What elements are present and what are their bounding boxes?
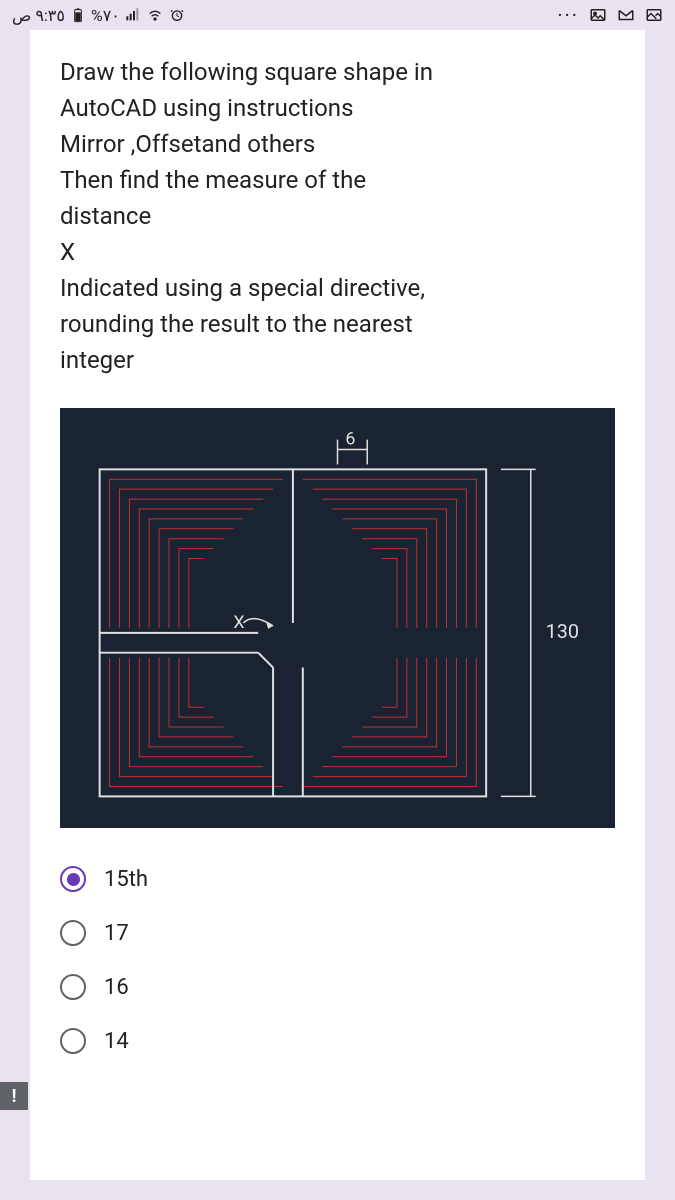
gmail-icon <box>617 6 635 24</box>
picture-icon <box>645 6 663 24</box>
image-icon <box>589 6 607 24</box>
autocad-diagram: 6 130 <box>60 408 615 828</box>
status-left: ٩:٣٥ ص %٧٠ <box>12 6 186 25</box>
q-line2: AutoCAD using instructions <box>60 90 615 126</box>
feedback-button[interactable]: ! <box>0 1082 28 1110</box>
radio-icon <box>60 920 86 946</box>
q-line3: Mirror ,Offsetand others <box>60 126 615 162</box>
status-time: ٩:٣٥ ص <box>12 6 65 25</box>
option-3[interactable]: 16 <box>60 960 615 1014</box>
option-label: 17 <box>104 921 129 946</box>
radio-icon <box>60 1028 86 1054</box>
dim-right: 130 <box>546 620 579 643</box>
dim-top: 6 <box>345 429 355 450</box>
wifi-icon <box>146 6 164 24</box>
status-right: ··· <box>557 3 663 27</box>
status-bar: ٩:٣٥ ص %٧٠ ··· <box>0 0 675 30</box>
more-dots: ··· <box>557 3 579 27</box>
label-x: X <box>233 612 244 633</box>
q-line7: Indicated using a special directive, <box>60 270 615 306</box>
q-line8: rounding the result to the nearest <box>60 306 615 342</box>
option-2[interactable]: 17 <box>60 906 615 960</box>
q-line9: integer <box>60 342 615 378</box>
q-line1: Draw the following square shape in <box>60 54 615 90</box>
option-label: 16 <box>104 975 129 1000</box>
option-label: 14 <box>104 1029 129 1054</box>
answer-options: 15th 17 16 14 <box>60 852 615 1068</box>
option-label: 15th <box>104 867 148 892</box>
battery-percent: %٧٠ <box>91 6 120 25</box>
q-line5: distance <box>60 198 615 234</box>
exclamation-icon: ! <box>12 1086 17 1107</box>
option-1[interactable]: 15th <box>60 852 615 906</box>
option-4[interactable]: 14 <box>60 1014 615 1068</box>
alarm-icon <box>168 6 186 24</box>
battery-icon <box>69 6 87 24</box>
question-text: Draw the following square shape in AutoC… <box>60 54 615 378</box>
radio-icon <box>60 866 86 892</box>
q-line4: Then find the measure of the <box>60 162 615 198</box>
question-content: Draw the following square shape in AutoC… <box>30 30 645 1180</box>
signal-icon <box>124 6 142 24</box>
radio-icon <box>60 974 86 1000</box>
q-line6: X <box>60 234 615 270</box>
